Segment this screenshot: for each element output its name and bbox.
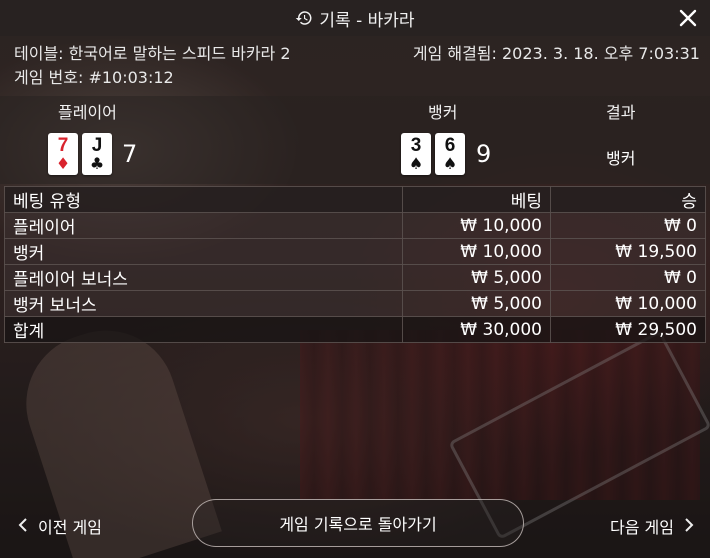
banker-score: 9 <box>476 140 492 168</box>
close-icon <box>679 9 697 27</box>
panel-footer: 이전 게임 게임 기록으로 돌아가기 다음 게임 <box>0 496 710 552</box>
total-bet-cell: ₩ 30,000 <box>402 316 551 343</box>
table-row: 플레이어 ₩ 10,000 ₩ 0 <box>4 212 706 239</box>
close-button[interactable] <box>676 6 700 30</box>
table-row: 뱅커 ₩ 10,000 ₩ 19,500 <box>4 238 706 265</box>
column-header-bet-type: 베팅 유형 <box>4 186 403 213</box>
spade-suit-icon: ♠ <box>442 154 458 173</box>
bets-table-header: 베팅 유형 베팅 승 <box>4 186 706 213</box>
header-title-group: 기록 - 바카라 <box>295 6 415 31</box>
panel-title: 기록 - 바카라 <box>319 10 415 31</box>
total-row: 합계 ₩ 30,000 ₩ 29,500 <box>4 316 706 343</box>
bet-amount-cell: ₩ 10,000 <box>402 238 551 265</box>
bet-amount-cell: ₩ 5,000 <box>402 264 551 291</box>
table-row: 플레이어 보너스 ₩ 5,000 ₩ 0 <box>4 264 706 291</box>
next-game-label: 다음 게임 <box>610 518 674 537</box>
bet-type-cell: 플레이어 <box>4 212 403 239</box>
history-panel: 기록 - 바카라 테이블: 한국어로 말하는 스피드 바카라 2 게임 해결됨:… <box>0 0 710 558</box>
history-icon <box>295 9 313 27</box>
chevron-left-icon <box>18 517 28 536</box>
bet-type-cell: 뱅커 <box>4 238 403 265</box>
previous-game-label: 이전 게임 <box>38 518 102 537</box>
player-card-2: J ♣ <box>82 133 112 175</box>
chevron-right-icon <box>684 517 694 536</box>
club-suit-icon: ♣ <box>89 154 105 173</box>
card-rank: J <box>91 135 103 156</box>
bet-type-cell: 뱅커 보너스 <box>4 290 403 317</box>
next-game-button[interactable]: 다음 게임 <box>610 514 694 538</box>
bet-amount-cell: ₩ 10,000 <box>402 212 551 239</box>
previous-game-button[interactable]: 이전 게임 <box>18 514 102 538</box>
result-header: 결과 <box>606 103 636 122</box>
card-rank: 3 <box>410 135 422 156</box>
total-win-cell: ₩ 29,500 <box>550 316 706 343</box>
win-amount-cell: ₩ 0 <box>550 212 706 239</box>
table-row: 뱅커 보너스 ₩ 5,000 ₩ 10,000 <box>4 290 706 317</box>
panel-header: 기록 - 바카라 <box>0 0 710 36</box>
player-header: 플레이어 <box>58 103 117 122</box>
info-row-1: 테이블: 한국어로 말하는 스피드 바카라 2 게임 해결됨: 2023. 3.… <box>14 42 700 66</box>
banker-card-1: 3 ♠ <box>401 133 431 175</box>
player-card-1: 7 ♦ <box>48 133 78 175</box>
bet-amount-cell: ₩ 5,000 <box>402 290 551 317</box>
win-amount-cell: ₩ 0 <box>550 264 706 291</box>
result-value: 뱅커 <box>606 149 636 168</box>
game-info: 테이블: 한국어로 말하는 스피드 바카라 2 게임 해결됨: 2023. 3.… <box>14 42 700 90</box>
diamond-suit-icon: ♦ <box>55 154 71 173</box>
banker-card-2: 6 ♠ <box>435 133 465 175</box>
card-rank: 6 <box>444 135 456 156</box>
bets-table: 베팅 유형 베팅 승 플레이어 ₩ 10,000 ₩ 0 뱅커 ₩ 10,000… <box>4 186 706 343</box>
column-header-bet: 베팅 <box>402 186 551 213</box>
bet-type-cell: 플레이어 보너스 <box>4 264 403 291</box>
card-rank: 7 <box>57 135 69 156</box>
win-amount-cell: ₩ 10,000 <box>550 290 706 317</box>
back-to-history-button[interactable]: 게임 기록으로 돌아가기 <box>192 499 524 547</box>
resolved-time: 게임 해결됨: 2023. 3. 18. 오후 7:03:31 <box>412 44 700 63</box>
game-number: 게임 번호: #10:03:12 <box>14 68 174 87</box>
total-label-cell: 합계 <box>4 316 403 343</box>
player-score: 7 <box>122 140 138 168</box>
table-name: 테이블: 한국어로 말하는 스피드 바카라 2 <box>14 44 291 63</box>
win-amount-cell: ₩ 19,500 <box>550 238 706 265</box>
banker-header: 뱅커 <box>428 103 458 122</box>
info-row-2: 게임 번호: #10:03:12 <box>14 66 700 90</box>
column-header-win: 승 <box>550 186 706 213</box>
spade-suit-icon: ♠ <box>408 154 424 173</box>
